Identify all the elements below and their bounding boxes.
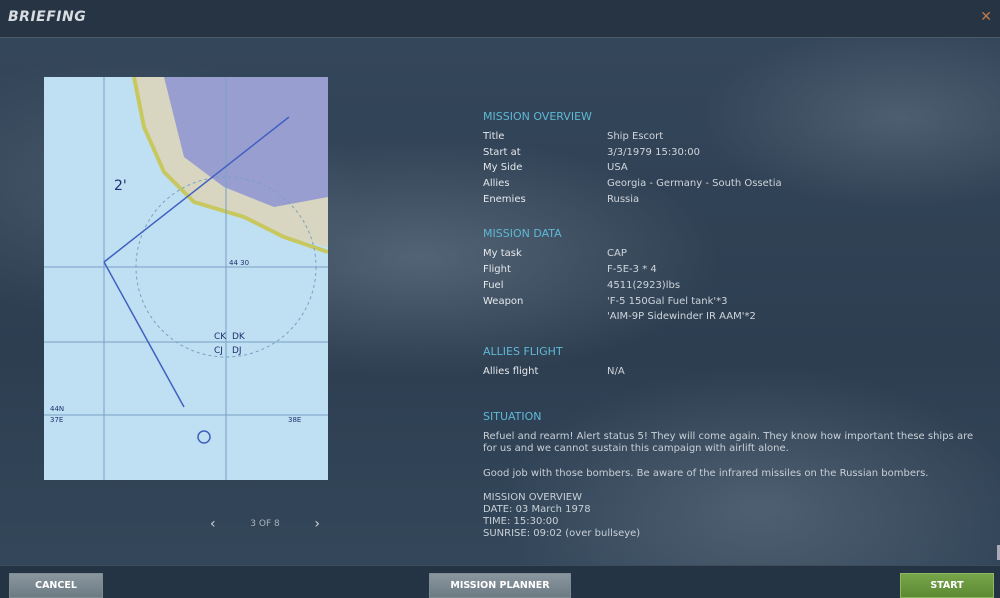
info-row: Start at 3/3/1979 15:30:00 [483, 147, 983, 163]
info-key [483, 311, 607, 327]
mission-planner-button[interactable]: MISSION PLANNER [429, 573, 571, 598]
info-key: Weapon [483, 295, 524, 307]
section-heading: MISSION OVERVIEW [483, 110, 592, 123]
info-value: Georgia - Germany - South Ossetia [607, 178, 782, 190]
info-value: 'AIM-9P Sidewinder IR AAM'*2 [607, 311, 756, 323]
info-key: Start at [483, 146, 521, 158]
map-label: 44N [50, 405, 64, 413]
situation-line: SUNRISE: 09:02 (over bullseye) [483, 528, 641, 540]
situation-line: DATE: 03 March 1978 [483, 504, 591, 516]
title-bar: BRIEFING ✕ [0, 0, 1000, 38]
map-label: DK [232, 332, 246, 342]
close-icon[interactable]: ✕ [980, 9, 992, 25]
next-page-icon[interactable]: › [314, 516, 320, 532]
info-value: 3/3/1979 15:30:00 [607, 146, 701, 158]
map-label: 44 30 [229, 259, 249, 267]
situation-text: Good job with those bombers. Be aware of… [483, 467, 929, 479]
info-row: 'AIM-9P Sidewinder IR AAM'*2 [483, 311, 983, 327]
info-key: My task [483, 248, 522, 260]
bottom-bar: CANCEL MISSION PLANNER START [0, 565, 1000, 598]
info-key: Allies [483, 178, 510, 190]
info-key: Allies flight [483, 365, 539, 377]
map-label: DJ [232, 346, 242, 356]
window-title: BRIEFING [8, 9, 87, 25]
info-row: My Side USA [483, 162, 983, 178]
info-row: Weapon 'F-5 150Gal Fuel tank'*3 [483, 296, 983, 312]
info-row: Flight F-5E-3 * 4 [483, 264, 983, 280]
info-row: Fuel 4511(2923)lbs [483, 280, 983, 296]
section-heading: SITUATION [483, 409, 542, 423]
mission-data-section: MISSION DATA My task CAP Flight F-5E-3 * 4F… [483, 227, 983, 326]
info-row: Title Ship Escort [483, 131, 983, 147]
page-indicator: 3 OF 8 [250, 519, 280, 529]
map-pager: ‹ 3 OF 8 › [210, 516, 320, 532]
map-label: 37E [50, 416, 63, 424]
map-label: 2' [114, 178, 127, 194]
situation-text: Refuel and rearm! Alert status 5! They w… [483, 430, 974, 455]
info-value: F-5E-3 * 4 [607, 264, 657, 276]
situation-section: SITUATION Refuel and rearm! Alert status… [483, 410, 983, 541]
map-label: CJ [214, 346, 223, 356]
info-value: 'F-5 150Gal Fuel tank'*3 [607, 295, 728, 307]
section-heading: ALLIES FLIGHT [483, 344, 563, 358]
briefing-info: MISSION OVERVIEW Title Ship Escort Start a… [483, 110, 983, 552]
cancel-button[interactable]: CANCEL [9, 573, 103, 598]
info-value: Russia [607, 193, 640, 205]
info-key: Enemies [483, 193, 526, 205]
info-row: Allies flight N/A [483, 366, 983, 382]
info-row: Allies Georgia - Germany - South Ossetia [483, 178, 983, 194]
situation-line: MISSION OVERVIEW [483, 492, 583, 504]
info-key: Title [483, 131, 505, 142]
section-heading: MISSION DATA [483, 227, 562, 241]
briefing-map-image: 2' CK DK CJ DJ 44N 37E 38E 44 30 [44, 77, 328, 480]
mission-overview-section: MISSION OVERVIEW Title Ship Escort Start a… [483, 110, 983, 209]
prev-page-icon[interactable]: ‹ [210, 516, 216, 532]
info-key: Flight [483, 264, 511, 276]
info-row: Enemies Russia [483, 194, 983, 210]
info-value: USA [607, 162, 628, 174]
info-value: 4511(2923)lbs [607, 279, 681, 291]
info-key: Fuel [483, 279, 504, 291]
map-label: 38E [288, 416, 301, 424]
info-value: N/A [607, 365, 625, 377]
situation-line: TIME: 15:30:00 [483, 516, 559, 528]
info-value: CAP [607, 248, 627, 260]
allies-flight-section: ALLIES FLIGHT Allies flight N/A [483, 345, 983, 382]
info-row: My task CAP [483, 248, 983, 264]
info-value: Ship Escort [607, 131, 664, 142]
info-key: My Side [483, 162, 523, 174]
start-button[interactable]: START [900, 573, 994, 598]
map-label: CK [214, 332, 227, 342]
